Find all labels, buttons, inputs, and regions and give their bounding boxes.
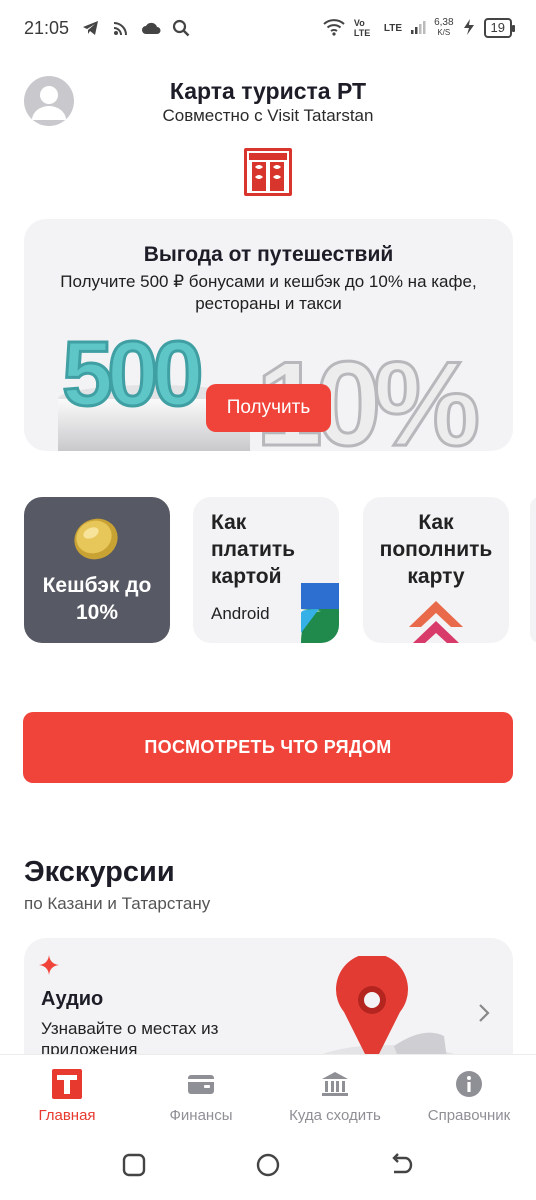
nav-label-finance: Финансы xyxy=(169,1107,233,1124)
tile-how-to-top-up[interactable]: Как пополнить карту xyxy=(363,497,509,643)
chevron-right-icon[interactable] xyxy=(477,1002,491,1024)
info-icon xyxy=(454,1069,484,1099)
nav-item-reference[interactable]: Справочник xyxy=(402,1055,536,1134)
page-subtitle: Совместно с Visit Tatarstan xyxy=(162,106,374,125)
home-icon[interactable] xyxy=(256,1153,280,1177)
tile-how-to-top-up-label: Как пополнить карту xyxy=(379,511,493,588)
battery-indicator: 19 xyxy=(483,18,516,38)
net-speed: 6,38 K/S xyxy=(434,18,453,38)
net-speed-unit: K/S xyxy=(437,28,451,37)
promo-title: Выгода от путешествий xyxy=(143,243,394,266)
tile-how-to-pay[interactable]: Как платить картой Android xyxy=(193,497,339,643)
nav-label-home: Главная xyxy=(38,1107,96,1124)
museum-icon xyxy=(320,1069,350,1099)
status-time: 21:05 xyxy=(24,17,70,38)
nav-item-home[interactable]: Главная xyxy=(0,1055,134,1134)
system-nav-bar xyxy=(0,1134,536,1200)
cast-icon xyxy=(111,18,131,38)
promo-card[interactable]: Выгода от путешествий Получите 500 ₽ бон… xyxy=(24,219,513,451)
see-nearby-button[interactable]: ПОСМОТРЕТЬ ЧТО РЯДОМ xyxy=(23,712,513,783)
charging-icon xyxy=(462,18,476,39)
excursions-subtitle: по Казани и Татарстану xyxy=(24,894,211,913)
nav-item-places[interactable]: Куда сходить xyxy=(268,1055,402,1134)
signal-icon xyxy=(410,19,426,38)
tile-how-to-pay-platform: Android xyxy=(211,604,270,623)
excursions-title: Экскурсии xyxy=(24,856,175,888)
tile-partial[interactable] xyxy=(530,497,536,643)
audio-card-title: Аудио xyxy=(41,988,104,1010)
tile-cashback-label: Кешбэк до 10% xyxy=(42,574,152,624)
promo-text: Получите 500 ₽ бонусами и кешбэк до 10% … xyxy=(60,272,477,313)
tile-how-to-pay-label: Как платить картой xyxy=(211,511,296,588)
back-icon[interactable] xyxy=(390,1153,414,1177)
coin-icon xyxy=(74,518,118,560)
lte-indicator: LTE xyxy=(383,22,403,34)
arrow-up-icon xyxy=(409,601,463,643)
cloud-icon xyxy=(141,18,161,38)
get-bonus-button[interactable]: Получить xyxy=(206,384,331,432)
net-speed-value: 6,38 xyxy=(434,17,454,28)
status-bar: 21:05 Vo LTE LTE 6,38 K/S 19 xyxy=(0,0,536,56)
bottom-nav: Главная Финансы Куда сходить Справочник xyxy=(0,1054,536,1134)
telegram-icon xyxy=(81,18,101,38)
wallet-icon xyxy=(186,1069,216,1099)
volte-indicator: Vo LTE xyxy=(353,18,371,38)
pay-app-icon xyxy=(301,583,339,643)
sparkle-icon xyxy=(39,955,59,975)
art-text-500: 500 xyxy=(62,323,200,425)
tatarstan-logo-icon xyxy=(244,148,292,196)
nav-label-reference: Справочник xyxy=(427,1107,511,1124)
nav-label-places: Куда сходить xyxy=(289,1107,381,1124)
recents-icon[interactable] xyxy=(122,1153,146,1177)
t-logo-icon xyxy=(52,1069,82,1099)
wifi-icon xyxy=(322,18,346,39)
page-title: Карта туриста РТ xyxy=(169,78,367,104)
nav-item-finance[interactable]: Финансы xyxy=(134,1055,268,1134)
search-icon xyxy=(171,18,191,38)
tile-cashback[interactable]: Кешбэк до 10% xyxy=(24,497,170,643)
